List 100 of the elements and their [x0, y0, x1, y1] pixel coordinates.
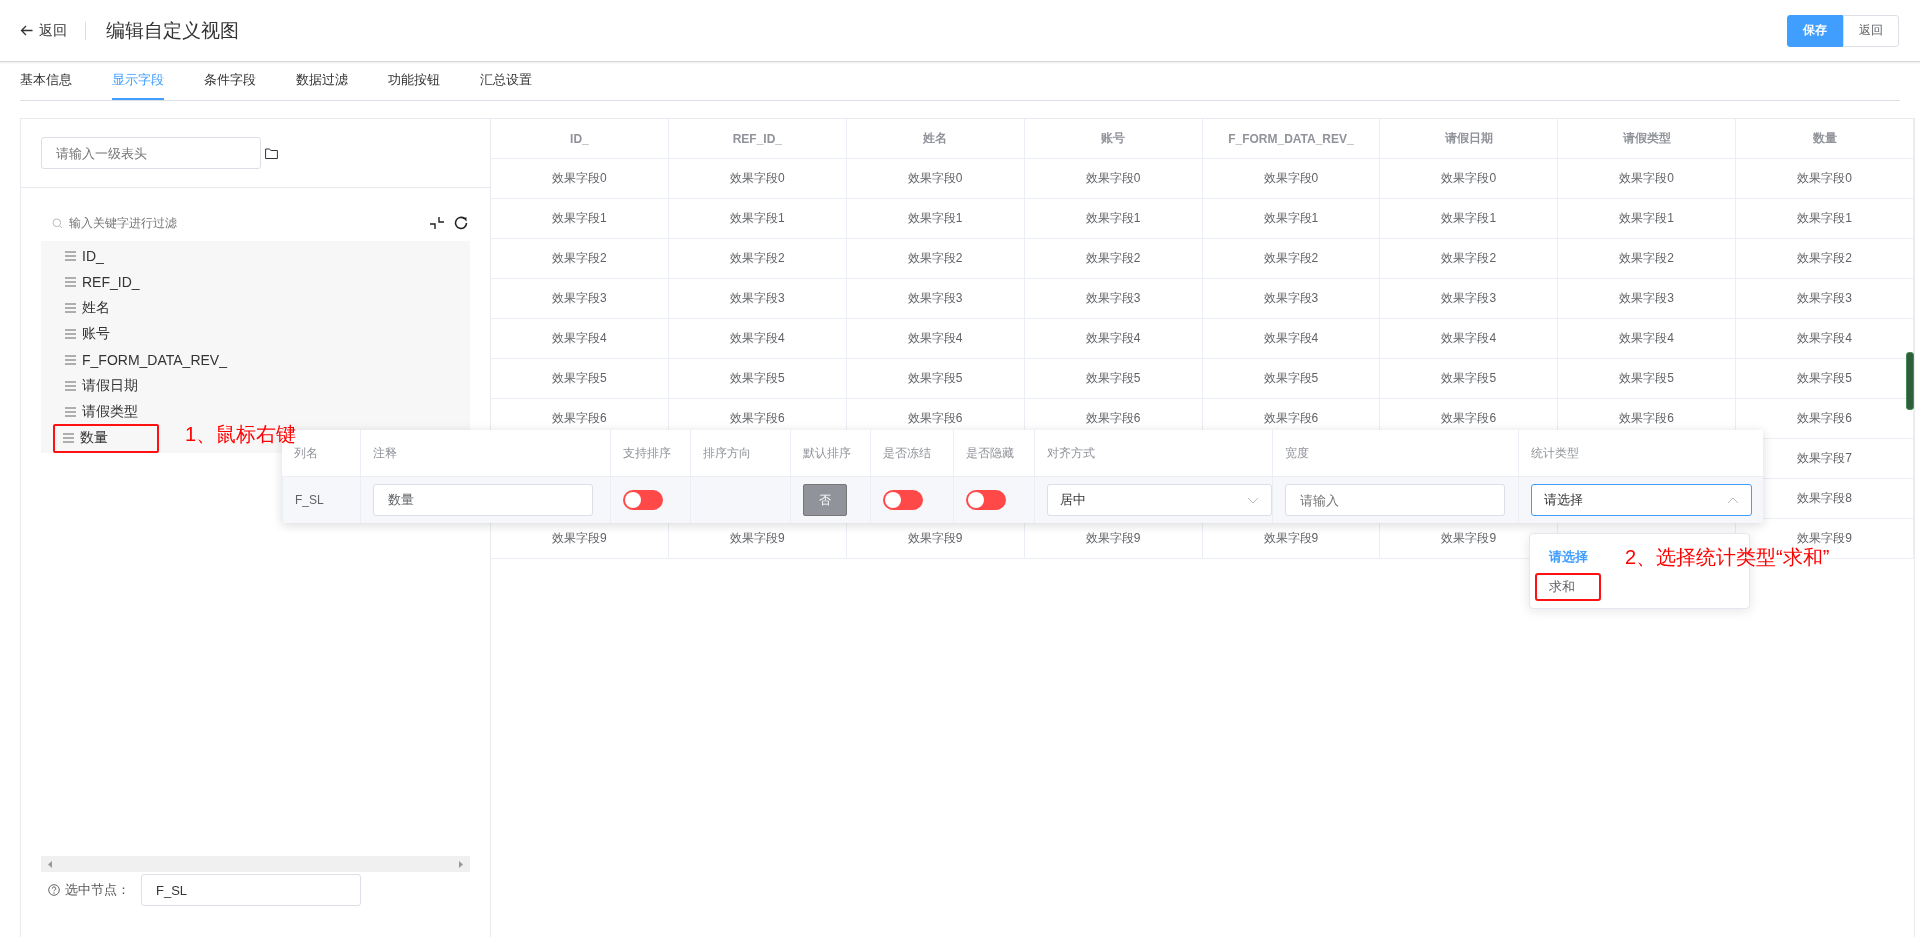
chevron-down-icon — [1247, 496, 1259, 504]
table-cell: 效果字段0 — [1202, 159, 1381, 199]
table-cell: 效果字段2 — [846, 239, 1025, 279]
table-cell: 效果字段1 — [1380, 199, 1559, 239]
toggle-switch[interactable] — [966, 490, 1006, 510]
column-name: F_SL — [295, 493, 324, 507]
drag-handle-icon — [65, 381, 76, 391]
drag-handle-icon — [65, 251, 76, 261]
scroll-left-icon[interactable] — [48, 860, 53, 868]
column-header: 姓名 — [846, 119, 1025, 159]
return-button[interactable]: 返回 — [1843, 14, 1899, 47]
table-cell: 效果字段4 — [668, 319, 847, 359]
table-cell: 效果字段1 — [668, 199, 847, 239]
table-cell: 效果字段0 — [1558, 159, 1737, 199]
tab[interactable]: 条件字段 — [204, 62, 256, 100]
chevron-up-icon — [1727, 496, 1739, 504]
table-cell: 效果字段1 — [1558, 199, 1737, 239]
table-cell: 效果字段0 — [668, 159, 847, 199]
table-cell: 效果字段2 — [668, 239, 847, 279]
tab[interactable]: 基本信息 — [20, 62, 72, 100]
folder-icon[interactable] — [265, 147, 278, 159]
tab[interactable]: 汇总设置 — [480, 62, 532, 100]
table-cell: 效果字段3 — [1558, 279, 1737, 319]
drag-handle-icon — [65, 355, 76, 365]
table-cell: 效果字段4 — [1380, 319, 1559, 359]
table-cell: 效果字段5 — [1558, 359, 1737, 399]
tree-item[interactable]: 请假日期 — [41, 373, 150, 399]
column-header: REF_ID_ — [668, 119, 847, 159]
header-input[interactable]: 请输入一级表头 — [41, 137, 261, 169]
table-cell: 效果字段4 — [846, 319, 1025, 359]
table-cell: 效果字段5 — [668, 359, 847, 399]
tree-item[interactable]: 姓名 — [41, 295, 122, 321]
column-header: ID_ — [491, 119, 669, 159]
dropdown-option[interactable]: 求和 — [1535, 573, 1601, 601]
table-cell: 效果字段3 — [1024, 279, 1203, 319]
table-cell: 效果字段3 — [1380, 279, 1559, 319]
collapse-icon[interactable] — [429, 215, 445, 231]
table-cell: 效果字段5 — [491, 359, 669, 399]
table-cell: 效果字段0 — [846, 159, 1025, 199]
tree-item[interactable]: F_FORM_DATA_REV_ — [41, 347, 239, 373]
table-cell: 效果字段0 — [491, 159, 669, 199]
table-cell: 效果字段3 — [1736, 279, 1914, 319]
table-cell: 效果字段0 — [1024, 159, 1203, 199]
horizontal-scrollbar[interactable] — [41, 856, 470, 872]
help-icon — [48, 884, 60, 896]
aggregate-select[interactable]: 请选择 — [1531, 484, 1752, 516]
table-cell: 效果字段1 — [1736, 199, 1914, 239]
back-button[interactable]: 返回 — [20, 21, 67, 40]
tree-item[interactable]: REF_ID_ — [41, 269, 152, 295]
table-cell: 效果字段4 — [491, 319, 669, 359]
tab[interactable]: 数据过滤 — [296, 62, 348, 100]
table-cell: 效果字段5 — [1024, 359, 1203, 399]
tree-item[interactable]: 数量 — [53, 423, 159, 453]
table-cell: 效果字段3 — [1202, 279, 1381, 319]
table-cell: 效果字段1 — [1202, 199, 1381, 239]
table-cell: 效果字段2 — [491, 239, 669, 279]
scroll-right-icon[interactable] — [458, 860, 463, 868]
table-cell: 效果字段1 — [846, 199, 1025, 239]
table-cell: 效果字段4 — [1202, 319, 1381, 359]
table-cell: 效果字段3 — [846, 279, 1025, 319]
table-cell: 效果字段0 — [1736, 159, 1914, 199]
page-title: 编辑自定义视图 — [106, 18, 239, 43]
comment-field[interactable]: 数量 — [373, 484, 593, 516]
table-cell: 效果字段4 — [1558, 319, 1737, 359]
filter-field[interactable]: 输入关键字进行过滤 — [69, 216, 422, 230]
tab[interactable]: 功能按钮 — [388, 62, 440, 100]
column-header: 数量 — [1736, 119, 1914, 159]
column-header: 账号 — [1024, 119, 1203, 159]
scrollbar-thumb[interactable] — [1906, 352, 1914, 410]
drag-handle-icon — [65, 329, 76, 339]
table-cell: 效果字段3 — [491, 279, 669, 319]
table-cell: 效果字段4 — [1024, 319, 1203, 359]
annotation-text: 2、选择统计类型“求和” — [1625, 545, 1830, 570]
table-cell: 效果字段5 — [1380, 359, 1559, 399]
selected-node-field[interactable]: F_SL — [141, 874, 361, 906]
table-cell: 效果字段5 — [846, 359, 1025, 399]
tree-item[interactable]: 账号 — [41, 321, 122, 347]
toggle-switch[interactable] — [883, 490, 923, 510]
table-cell: 效果字段0 — [1380, 159, 1559, 199]
table-cell: 效果字段2 — [1558, 239, 1737, 279]
table-cell: 效果字段1 — [1024, 199, 1203, 239]
search-icon — [52, 217, 63, 229]
align-select[interactable]: 居中 — [1047, 484, 1272, 516]
table-cell: 效果字段3 — [668, 279, 847, 319]
refresh-icon[interactable] — [452, 214, 470, 232]
column-header: F_FORM_DATA_REV_ — [1202, 119, 1381, 159]
drag-handle-icon — [65, 277, 76, 287]
drag-handle-icon — [65, 303, 76, 313]
column-header: 请假类型 — [1558, 119, 1737, 159]
table-cell: 效果字段2 — [1202, 239, 1381, 279]
column-header: 请假日期 — [1380, 119, 1559, 159]
width-field[interactable]: 请输入 — [1285, 484, 1505, 516]
drag-handle-icon — [63, 433, 74, 443]
tree-item[interactable]: 请假类型 — [41, 399, 150, 425]
tree-item[interactable]: ID_ — [41, 243, 116, 269]
back-arrow-icon — [20, 25, 33, 36]
table-cell: 效果字段2 — [1380, 239, 1559, 279]
table-cell: 效果字段5 — [1202, 359, 1381, 399]
drag-handle-icon — [65, 407, 76, 417]
toggle-switch[interactable] — [623, 490, 663, 510]
